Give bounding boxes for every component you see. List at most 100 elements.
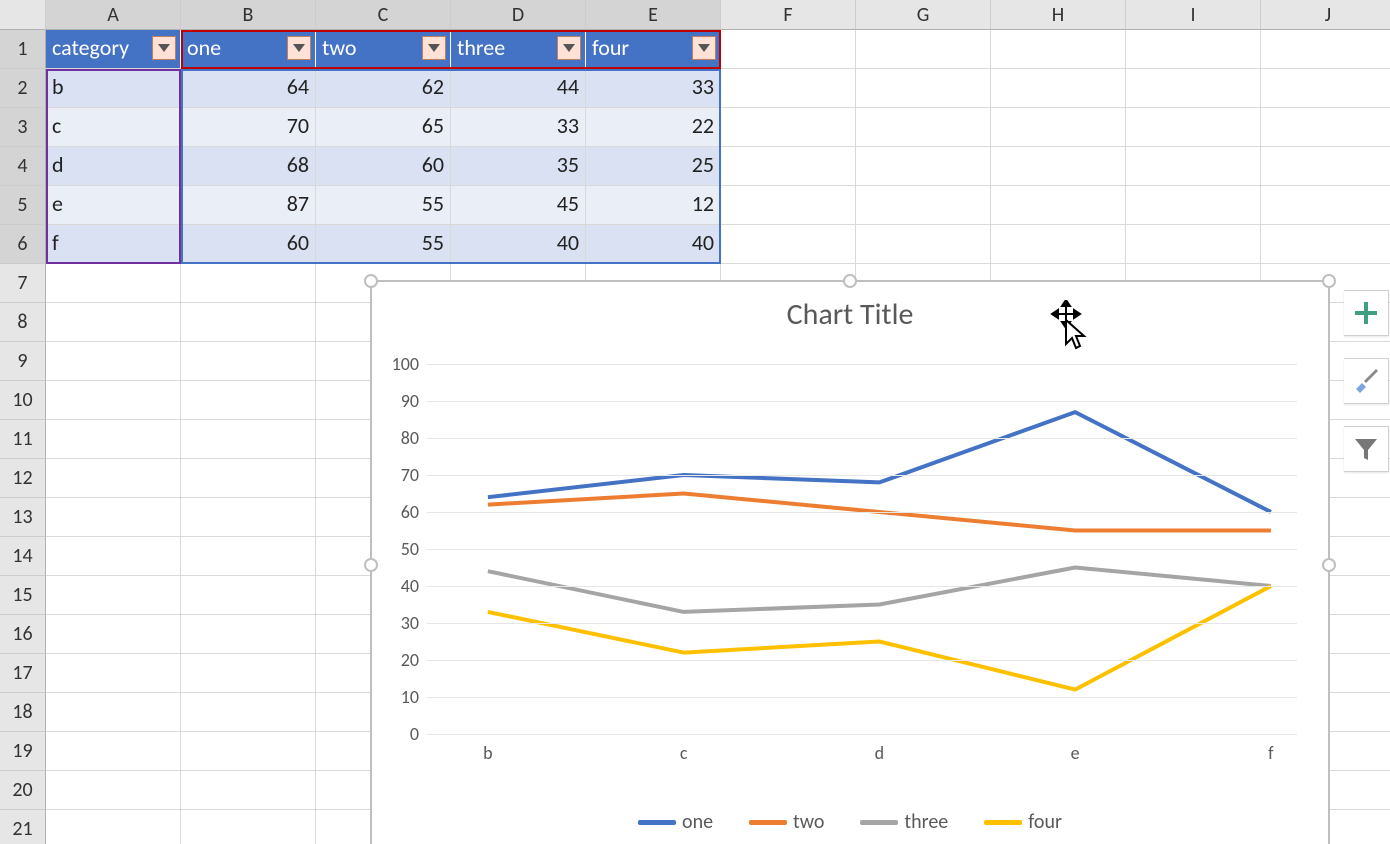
- filter-dropdown-button[interactable]: [152, 36, 176, 60]
- cell[interactable]: [1126, 108, 1261, 147]
- cell[interactable]: [721, 30, 856, 69]
- cell[interactable]: b: [46, 69, 181, 108]
- row-header[interactable]: 12: [0, 459, 46, 498]
- cell[interactable]: [721, 69, 856, 108]
- cell[interactable]: 35: [451, 147, 586, 186]
- row-header[interactable]: 14: [0, 537, 46, 576]
- cell[interactable]: [181, 576, 316, 615]
- row-header[interactable]: 21: [0, 810, 46, 844]
- cell[interactable]: 87: [181, 186, 316, 225]
- cell[interactable]: [1261, 147, 1390, 186]
- cell[interactable]: [991, 30, 1126, 69]
- column-header[interactable]: F: [721, 0, 856, 30]
- legend-item[interactable]: four: [984, 810, 1062, 834]
- cell[interactable]: [1126, 147, 1261, 186]
- cell[interactable]: 60: [316, 147, 451, 186]
- column-header[interactable]: I: [1126, 0, 1261, 30]
- column-header[interactable]: G: [856, 0, 991, 30]
- chart-styles-button[interactable]: [1344, 358, 1389, 404]
- cell[interactable]: [1126, 69, 1261, 108]
- legend-item[interactable]: three: [860, 810, 948, 834]
- cell[interactable]: [721, 225, 856, 264]
- resize-handle[interactable]: [1322, 274, 1336, 288]
- cell[interactable]: [46, 810, 181, 844]
- cell[interactable]: 45: [451, 186, 586, 225]
- cell[interactable]: category: [46, 30, 181, 69]
- cell[interactable]: f: [46, 225, 181, 264]
- legend-item[interactable]: one: [638, 810, 713, 834]
- column-header[interactable]: A: [46, 0, 181, 30]
- resize-handle[interactable]: [843, 274, 857, 288]
- cell[interactable]: three: [451, 30, 586, 69]
- cell[interactable]: [46, 264, 181, 303]
- cell[interactable]: [856, 108, 991, 147]
- cell[interactable]: [46, 303, 181, 342]
- row-header[interactable]: 8: [0, 303, 46, 342]
- cell[interactable]: [721, 186, 856, 225]
- cell[interactable]: [46, 576, 181, 615]
- cell[interactable]: [1261, 30, 1390, 69]
- filter-dropdown-button[interactable]: [422, 36, 446, 60]
- cell[interactable]: [46, 732, 181, 771]
- cell[interactable]: [991, 225, 1126, 264]
- column-header[interactable]: C: [316, 0, 451, 30]
- cell[interactable]: [856, 69, 991, 108]
- cell[interactable]: 64: [181, 69, 316, 108]
- row-header[interactable]: 1: [0, 30, 46, 69]
- legend-item[interactable]: two: [749, 810, 824, 834]
- cell[interactable]: e: [46, 186, 181, 225]
- cell[interactable]: c: [46, 108, 181, 147]
- row-header[interactable]: 3: [0, 108, 46, 147]
- cell[interactable]: [721, 108, 856, 147]
- chart-series-line[interactable]: [488, 568, 1271, 612]
- cell[interactable]: [856, 147, 991, 186]
- cell[interactable]: [46, 615, 181, 654]
- column-header[interactable]: B: [181, 0, 316, 30]
- cell[interactable]: [46, 693, 181, 732]
- row-header[interactable]: 16: [0, 615, 46, 654]
- row-header[interactable]: 15: [0, 576, 46, 615]
- row-header[interactable]: 19: [0, 732, 46, 771]
- resize-handle[interactable]: [1322, 558, 1336, 572]
- cell[interactable]: [991, 147, 1126, 186]
- cell[interactable]: 25: [586, 147, 721, 186]
- row-header[interactable]: 13: [0, 498, 46, 537]
- cell[interactable]: [1261, 225, 1390, 264]
- row-header[interactable]: 18: [0, 693, 46, 732]
- cell[interactable]: [46, 420, 181, 459]
- cell[interactable]: [46, 771, 181, 810]
- cell[interactable]: 33: [451, 108, 586, 147]
- filter-dropdown-button[interactable]: [557, 36, 581, 60]
- cell[interactable]: [991, 108, 1126, 147]
- resize-handle[interactable]: [364, 558, 378, 572]
- cell[interactable]: [46, 498, 181, 537]
- row-header[interactable]: 10: [0, 381, 46, 420]
- cell[interactable]: 12: [586, 186, 721, 225]
- cell[interactable]: 60: [181, 225, 316, 264]
- resize-handle[interactable]: [364, 274, 378, 288]
- cell[interactable]: [181, 654, 316, 693]
- cell[interactable]: [181, 342, 316, 381]
- cell[interactable]: 55: [316, 225, 451, 264]
- cell[interactable]: [1261, 186, 1390, 225]
- cell[interactable]: [181, 303, 316, 342]
- cell[interactable]: [856, 225, 991, 264]
- embedded-chart[interactable]: Chart Title 0102030405060708090100bcdef …: [370, 280, 1330, 844]
- row-header[interactable]: 5: [0, 186, 46, 225]
- row-header[interactable]: 9: [0, 342, 46, 381]
- chart-title[interactable]: Chart Title: [372, 296, 1328, 333]
- cell[interactable]: [181, 771, 316, 810]
- chart-series-line[interactable]: [488, 586, 1271, 690]
- cell[interactable]: [181, 459, 316, 498]
- cell[interactable]: 44: [451, 69, 586, 108]
- cell[interactable]: [46, 537, 181, 576]
- cell[interactable]: 40: [586, 225, 721, 264]
- cell[interactable]: [181, 693, 316, 732]
- cell[interactable]: one: [181, 30, 316, 69]
- row-header[interactable]: 11: [0, 420, 46, 459]
- cell[interactable]: 55: [316, 186, 451, 225]
- cell[interactable]: [46, 654, 181, 693]
- column-header[interactable]: D: [451, 0, 586, 30]
- cell[interactable]: [1126, 225, 1261, 264]
- row-header[interactable]: 6: [0, 225, 46, 264]
